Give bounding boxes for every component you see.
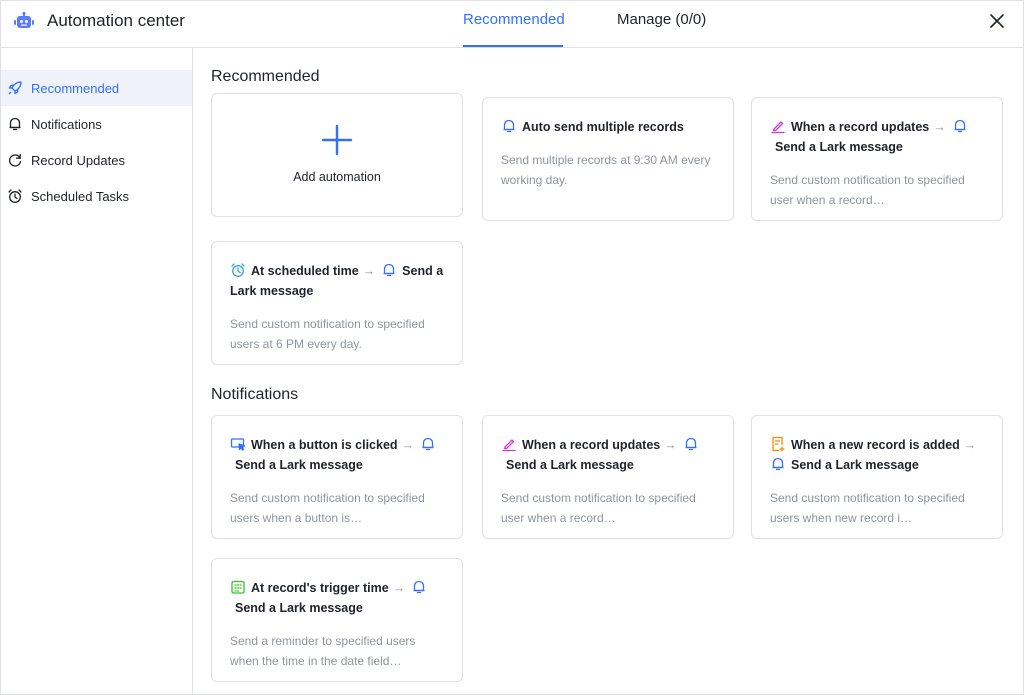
card-description: Send custom notification to specified us… <box>501 491 696 525</box>
bell-icon <box>7 116 23 132</box>
new-record-icon <box>770 436 786 452</box>
plus-icon <box>321 124 353 156</box>
rocket-icon <box>7 80 23 96</box>
card-trigger: When a new record is added <box>791 438 960 452</box>
add-automation-label: Add automation <box>293 170 381 184</box>
alarm-clock-icon <box>230 262 246 278</box>
automation-card[interactable]: Auto send multiple records Send multiple… <box>482 97 734 221</box>
sidebar-item-scheduled-tasks[interactable]: Scheduled Tasks <box>1 178 192 214</box>
card-trigger: When a record updates <box>522 438 661 452</box>
sidebar-item-record-updates[interactable]: Record Updates <box>1 142 192 178</box>
tab-manage[interactable]: Manage (0/0) <box>617 11 706 48</box>
card-description: Send custom notification to specified us… <box>230 317 425 351</box>
bell-icon <box>381 262 397 278</box>
card-title: At record's trigger time → Send a Lark me… <box>230 578 448 618</box>
bell-icon <box>952 118 968 134</box>
bell-icon <box>501 118 517 134</box>
card-trigger: When a record updates <box>791 120 930 134</box>
arrow: → <box>933 120 946 134</box>
bell-icon <box>770 456 786 472</box>
cursor-click-icon <box>230 436 246 452</box>
card-trigger: When a button is clicked <box>251 438 398 452</box>
automation-center-window: Automation center Recommended Manage (0/… <box>0 0 1024 695</box>
refresh-icon <box>7 152 23 168</box>
automation-card[interactable]: At record's trigger time → Send a Lark me… <box>211 558 463 682</box>
sidebar-item-label: Notifications <box>31 116 102 132</box>
card-title: At scheduled time → Send a Lark message <box>230 261 448 301</box>
card-description: Send custom notification to specified us… <box>230 491 425 525</box>
close-icon[interactable] <box>986 10 1008 32</box>
card-description: Send multiple records at 9:30 AM every w… <box>501 153 711 187</box>
sidebar-item-label: Scheduled Tasks <box>31 188 130 204</box>
card-title: When a record updates → Send a Lark messa… <box>501 435 719 475</box>
card-action: Send a Lark message <box>506 458 634 472</box>
arrow: → <box>401 438 415 452</box>
section-title-notifications: Notifications <box>211 386 299 403</box>
tab-recommended[interactable]: Recommended <box>463 11 565 48</box>
automation-card[interactable]: When a new record is added → Send a Lark … <box>751 415 1003 539</box>
sidebar: Recommended Notifications Record Updates <box>1 48 193 694</box>
automation-card[interactable]: When a button is clicked → Send a Lark me… <box>211 415 463 539</box>
card-action: Send a Lark message <box>235 601 363 615</box>
sidebar-item-label: Recommended <box>31 80 120 96</box>
arrow: → <box>664 438 677 452</box>
card-description: Send custom notification to specified us… <box>770 491 965 525</box>
card-trigger: At record's trigger time <box>251 581 389 595</box>
automation-card[interactable]: At scheduled time → Send a Lark message S… <box>211 241 463 365</box>
pencil-icon <box>501 436 517 452</box>
active-tab-indicator <box>463 45 563 47</box>
arrow: → <box>963 438 977 452</box>
automation-card[interactable]: When a record updates → Send a Lark messa… <box>751 97 1003 221</box>
bell-icon <box>420 436 436 452</box>
arrow: → <box>362 264 376 278</box>
robot-icon <box>14 11 34 30</box>
sidebar-item-recommended[interactable]: Recommended <box>1 70 192 106</box>
card-action: Send a Lark message <box>775 140 903 154</box>
bell-icon <box>411 579 427 595</box>
card-title: When a button is clicked → Send a Lark me… <box>230 435 448 475</box>
card-action: Send a Lark message <box>235 458 363 472</box>
calendar-icon <box>230 579 246 595</box>
header: Automation center Recommended Manage (0/… <box>1 1 1023 48</box>
card-description: Send a reminder to specified users when … <box>230 634 416 668</box>
add-automation-card[interactable]: Add automation <box>211 93 463 217</box>
bell-icon <box>683 436 699 452</box>
sidebar-item-notifications[interactable]: Notifications <box>1 106 192 142</box>
section-title-recommended: Recommended <box>211 68 320 85</box>
card-title: Auto send multiple records <box>501 117 719 137</box>
main-content: Recommended Add automation Auto send mul… <box>194 48 1023 694</box>
card-trigger: Auto send multiple records <box>522 120 684 134</box>
alarm-clock-icon <box>7 188 23 204</box>
pencil-icon <box>770 118 786 134</box>
sidebar-item-label: Record Updates <box>31 152 125 168</box>
card-title: When a new record is added → Send a Lark … <box>770 435 988 475</box>
card-action: Send a Lark message <box>791 458 919 472</box>
arrow: → <box>392 581 406 595</box>
card-description: Send custom notification to specified us… <box>770 173 965 207</box>
app-title: Automation center <box>47 11 185 30</box>
card-title: When a record updates → Send a Lark messa… <box>770 117 988 157</box>
automation-card[interactable]: When a record updates → Send a Lark messa… <box>482 415 734 539</box>
card-trigger: At scheduled time <box>251 264 359 278</box>
